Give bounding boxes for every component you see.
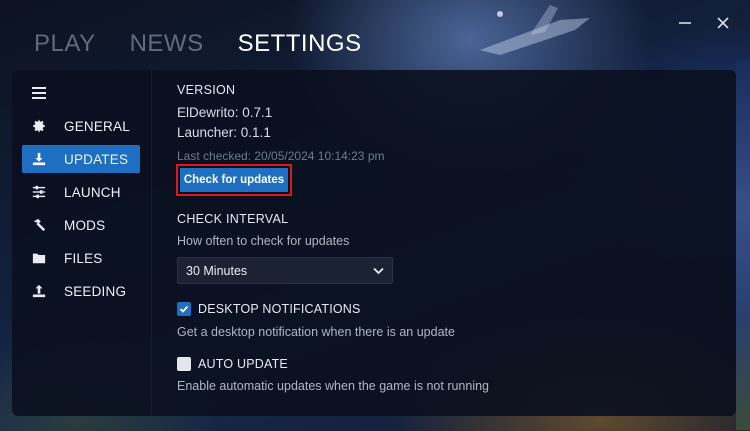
background-edge (736, 60, 750, 430)
updates-content: VERSION ElDewrito: 0.7.1 Launcher: 0.1.1… (176, 70, 736, 416)
window-controls (676, 14, 732, 32)
upload-icon (24, 284, 54, 298)
sidebar-item-launch[interactable]: LAUNCH (22, 178, 140, 206)
sidebar-item-label: LAUNCH (64, 184, 121, 200)
sliders-icon (24, 185, 54, 199)
check-interval-heading: CHECK INTERVAL (177, 212, 289, 226)
minimize-button[interactable] (676, 14, 694, 32)
desktop-notifications-description: Get a desktop notification when there is… (177, 325, 455, 339)
check-for-updates-button[interactable]: Check for updates (180, 168, 288, 192)
desktop-notifications-label: DESKTOP NOTIFICATIONS (198, 302, 361, 316)
sidebar-item-label: GENERAL (64, 118, 130, 134)
hamburger-menu-icon[interactable] (32, 87, 46, 99)
last-checked-text: Last checked: 20/05/2024 10:14:23 pm (177, 149, 385, 163)
sidebar-item-label: SEEDING (64, 283, 127, 299)
checkmark-icon (179, 305, 189, 313)
desktop-notifications-checkbox[interactable] (177, 302, 191, 316)
desktop-notifications-toggle[interactable]: DESKTOP NOTIFICATIONS (177, 302, 361, 316)
check-button-highlight: Check for updates (176, 164, 292, 196)
auto-update-label: AUTO UPDATE (198, 357, 288, 371)
gear-icon (24, 119, 54, 133)
hammer-icon (24, 218, 54, 232)
top-nav: PLAY NEWS SETTINGS (34, 30, 362, 58)
sidebar-item-updates[interactable]: UPDATES (22, 145, 140, 173)
settings-panel: GENERAL UPDATES LAUNCH MODS FILES SEEDIN… (12, 70, 736, 416)
sidebar-item-label: MODS (64, 217, 106, 233)
jet-artwork (480, 5, 590, 55)
sidebar-item-label: FILES (64, 250, 103, 266)
version-heading: VERSION (177, 83, 236, 97)
tab-settings[interactable]: SETTINGS (238, 30, 362, 58)
sidebar-item-seeding[interactable]: SEEDING (22, 277, 140, 305)
auto-update-checkbox[interactable] (177, 357, 191, 371)
check-interval-value: 30 Minutes (186, 263, 248, 278)
download-icon (24, 152, 54, 166)
auto-update-description: Enable automatic updates when the game i… (177, 379, 490, 393)
folder-icon (24, 251, 54, 265)
auto-update-toggle[interactable]: AUTO UPDATE (177, 357, 288, 371)
close-button[interactable] (714, 14, 732, 32)
sidebar-item-mods[interactable]: MODS (22, 211, 140, 239)
launcher-version: Launcher: 0.1.1 (177, 125, 271, 140)
chevron-down-icon (373, 267, 384, 274)
settings-sidebar: GENERAL UPDATES LAUNCH MODS FILES SEEDIN… (12, 70, 152, 416)
sidebar-item-files[interactable]: FILES (22, 244, 140, 272)
close-icon (717, 17, 729, 29)
tab-news[interactable]: NEWS (130, 30, 204, 58)
check-interval-description: How often to check for updates (177, 234, 350, 248)
tab-play[interactable]: PLAY (34, 30, 96, 58)
sidebar-item-label: UPDATES (64, 151, 129, 167)
minimize-icon (679, 22, 691, 24)
sidebar-item-general[interactable]: GENERAL (22, 112, 140, 140)
eldewrito-version: ElDewrito: 0.7.1 (177, 105, 273, 120)
check-interval-select[interactable]: 30 Minutes (177, 257, 393, 284)
